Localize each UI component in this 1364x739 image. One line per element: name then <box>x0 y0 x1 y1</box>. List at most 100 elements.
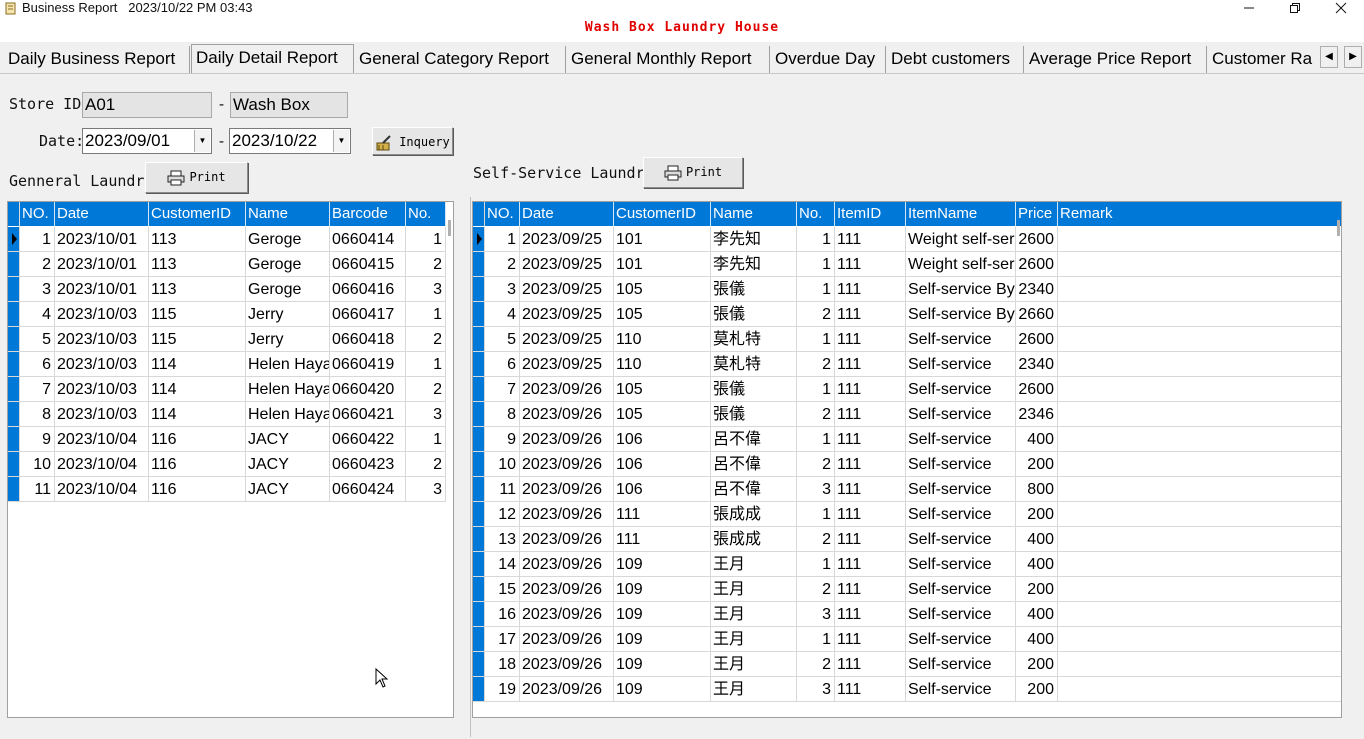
table-cell[interactable]: 呂不偉 <box>711 452 797 476</box>
table-row[interactable]: 2 2023/10/01 113 Geroge 0660415 2 <box>8 252 446 277</box>
table-row[interactable]: 4 2023/10/03 115 Jerry 0660417 1 <box>8 302 446 327</box>
self-print-button[interactable]: Print <box>643 157 743 188</box>
table-cell[interactable]: 3 <box>797 477 835 501</box>
table-cell[interactable] <box>1058 627 1341 651</box>
table-cell[interactable]: 2 <box>406 452 446 476</box>
table-cell[interactable]: 王月 <box>711 627 797 651</box>
table-row[interactable]: 15 2023/09/26 109 王月 2 111 Self-service 200 <box>473 577 1341 602</box>
table-cell[interactable]: 2 <box>20 252 55 276</box>
table-cell[interactable] <box>1058 577 1341 601</box>
table-cell[interactable]: 2023/09/26 <box>520 627 614 651</box>
table-cell[interactable]: Geroge <box>246 252 330 276</box>
table-cell[interactable]: 0660423 <box>330 452 406 476</box>
table-cell[interactable]: 111 <box>835 302 906 326</box>
table-cell[interactable]: 11 <box>485 477 520 501</box>
table-row[interactable]: 1 2023/10/01 113 Geroge 0660414 1 <box>8 227 446 252</box>
row-indicator[interactable] <box>473 277 485 301</box>
table-cell[interactable]: 105 <box>614 402 711 426</box>
table-cell[interactable]: 2 <box>797 452 835 476</box>
table-cell[interactable]: 111 <box>835 452 906 476</box>
table-cell[interactable] <box>1058 527 1341 551</box>
column-header[interactable]: ItemID <box>835 202 906 226</box>
table-cell[interactable]: 2023/10/04 <box>55 452 149 476</box>
self-service-grid[interactable]: NO. Date CustomerID Name No. ItemID ItemName Pr… <box>472 201 1342 718</box>
table-cell[interactable]: 110 <box>614 352 711 376</box>
table-cell[interactable]: 3 <box>406 477 446 501</box>
table-row[interactable]: 12 2023/09/26 111 張成成 1 111 Self-service 200 <box>473 502 1341 527</box>
table-row[interactable]: 3 2023/10/01 113 Geroge 0660416 3 <box>8 277 446 302</box>
table-cell[interactable]: 5 <box>20 327 55 351</box>
tab-general-monthly-report[interactable]: General Monthly Report <box>567 46 770 73</box>
row-indicator[interactable] <box>8 252 20 276</box>
table-cell[interactable]: 105 <box>614 277 711 301</box>
table-cell[interactable]: 0660417 <box>330 302 406 326</box>
table-cell[interactable]: 14 <box>485 552 520 576</box>
table-cell[interactable]: 2023/09/26 <box>520 377 614 401</box>
date-from-picker[interactable]: 2023/09/01 ▼ <box>82 128 212 154</box>
column-header[interactable]: Price <box>1016 202 1058 226</box>
table-cell[interactable]: 2346 <box>1016 402 1058 426</box>
table-cell[interactable]: 114 <box>149 402 246 426</box>
table-cell[interactable]: 111 <box>835 527 906 551</box>
table-cell[interactable]: 2023/09/25 <box>520 352 614 376</box>
table-row[interactable]: 6 2023/10/03 114 Helen Haya 0660419 1 <box>8 352 446 377</box>
table-cell[interactable]: 2023/09/26 <box>520 677 614 701</box>
table-cell[interactable] <box>1058 227 1341 251</box>
table-cell[interactable]: Self-service <box>906 477 1016 501</box>
table-cell[interactable]: 200 <box>1016 677 1058 701</box>
table-cell[interactable]: 113 <box>149 277 246 301</box>
table-cell[interactable]: 17 <box>485 627 520 651</box>
table-cell[interactable] <box>1058 427 1341 451</box>
table-cell[interactable]: 400 <box>1016 427 1058 451</box>
row-indicator[interactable] <box>8 302 20 326</box>
table-cell[interactable]: 王月 <box>711 652 797 676</box>
table-cell[interactable]: 2023/10/03 <box>55 302 149 326</box>
table-cell[interactable]: 200 <box>1016 652 1058 676</box>
table-row[interactable]: 13 2023/09/26 111 張成成 2 111 Self-service 400 <box>473 527 1341 552</box>
table-cell[interactable]: 16 <box>485 602 520 626</box>
table-cell[interactable]: 1 <box>797 552 835 576</box>
table-cell[interactable]: 張成成 <box>711 502 797 526</box>
table-cell[interactable]: Self-service <box>906 352 1016 376</box>
table-cell[interactable]: JACY <box>246 427 330 451</box>
column-header[interactable]: Name <box>711 202 797 226</box>
table-row[interactable]: 14 2023/09/26 109 王月 1 111 Self-service 400 <box>473 552 1341 577</box>
table-cell[interactable]: 王月 <box>711 677 797 701</box>
row-indicator[interactable] <box>473 352 485 376</box>
table-cell[interactable]: Self-service <box>906 577 1016 601</box>
table-row[interactable]: 9 2023/10/04 116 JACY 0660422 1 <box>8 427 446 452</box>
table-row[interactable]: 7 2023/09/26 105 張儀 1 111 Self-service 2600 <box>473 377 1341 402</box>
table-cell[interactable]: 2 <box>797 402 835 426</box>
table-cell[interactable] <box>1058 402 1341 426</box>
table-cell[interactable]: 111 <box>614 502 711 526</box>
row-indicator[interactable] <box>473 577 485 601</box>
chevron-down-icon[interactable]: ▼ <box>333 130 349 152</box>
table-cell[interactable]: 7 <box>20 377 55 401</box>
column-header[interactable]: No. <box>406 202 446 226</box>
table-cell[interactable]: 111 <box>614 527 711 551</box>
table-row[interactable]: 17 2023/09/26 109 王月 1 111 Self-service 400 <box>473 627 1341 652</box>
table-cell[interactable]: Geroge <box>246 277 330 301</box>
table-cell[interactable]: Self-service By <box>906 302 1016 326</box>
table-cell[interactable]: 3 <box>485 277 520 301</box>
table-cell[interactable]: 111 <box>835 327 906 351</box>
table-cell[interactable]: 8 <box>20 402 55 426</box>
table-cell[interactable]: 3 <box>20 277 55 301</box>
table-cell[interactable]: 2023/09/25 <box>520 302 614 326</box>
table-cell[interactable]: Self-service <box>906 677 1016 701</box>
table-cell[interactable]: 0660414 <box>330 227 406 251</box>
table-cell[interactable]: Jerry <box>246 327 330 351</box>
table-cell[interactable]: Self-service <box>906 527 1016 551</box>
table-cell[interactable]: 2600 <box>1016 252 1058 276</box>
table-cell[interactable] <box>1058 652 1341 676</box>
table-cell[interactable]: 111 <box>835 602 906 626</box>
table-cell[interactable]: 2023/10/04 <box>55 477 149 501</box>
table-cell[interactable]: 莫札特 <box>711 352 797 376</box>
table-cell[interactable] <box>1058 352 1341 376</box>
table-cell[interactable]: 張儀 <box>711 277 797 301</box>
table-cell[interactable]: 116 <box>149 427 246 451</box>
table-cell[interactable]: 張儀 <box>711 302 797 326</box>
table-cell[interactable]: 2023/09/26 <box>520 502 614 526</box>
tab-general-category-report[interactable]: General Category Report <box>355 46 566 73</box>
table-row[interactable]: 5 2023/09/25 110 莫札特 1 111 Self-service 2600 <box>473 327 1341 352</box>
